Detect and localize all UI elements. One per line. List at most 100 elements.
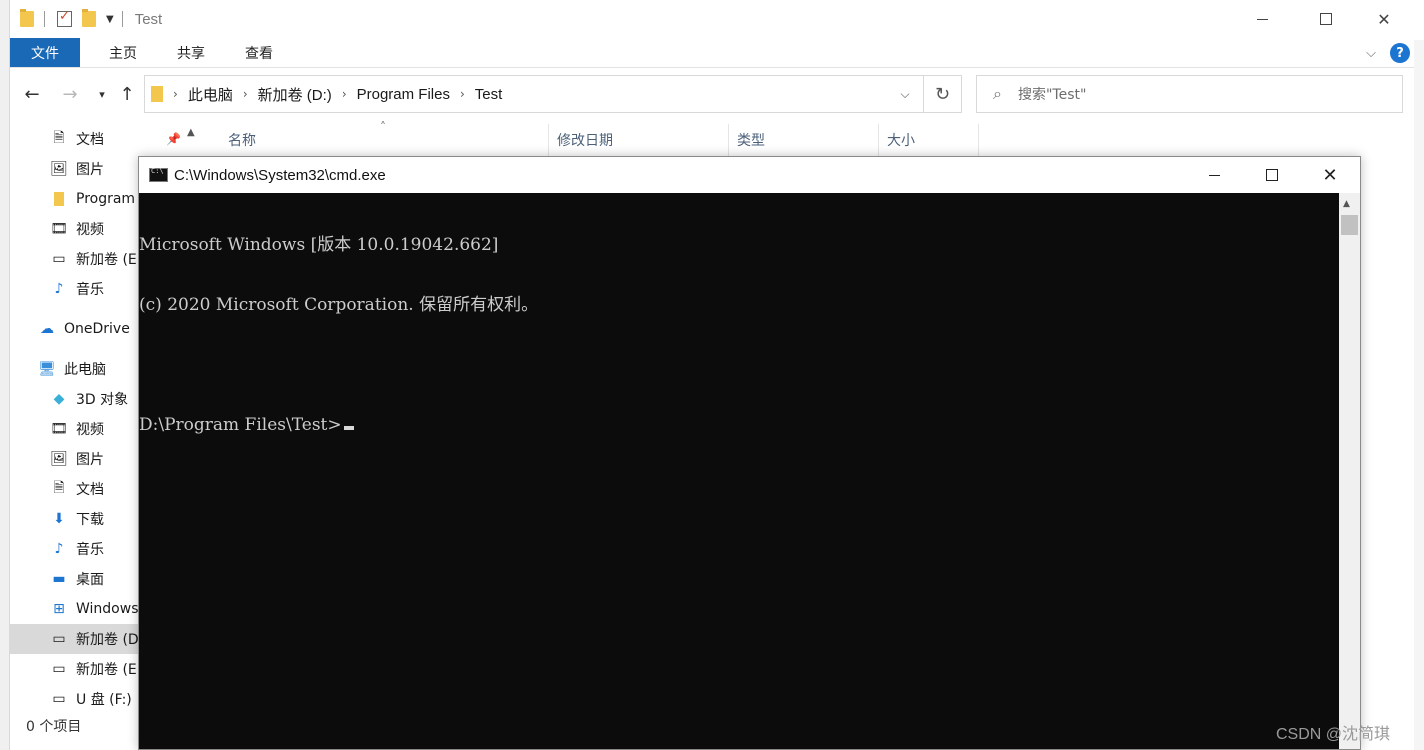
- nav-item-pictures-2[interactable]: 🖼 图片: [50, 444, 104, 474]
- nav-item-documents[interactable]: 🗎 文档: [50, 124, 104, 154]
- forward-arrow-icon[interactable]: →: [58, 82, 82, 106]
- windows-drive-icon: ⊞: [53, 601, 65, 617]
- document-icon: 🗎: [53, 480, 65, 496]
- quick-access-dropdown-icon[interactable]: ▼: [106, 14, 114, 25]
- nav-item-pictures[interactable]: 🖼 图片: [50, 154, 104, 184]
- desktop-icon: ▬: [52, 571, 66, 587]
- ribbon-right: ⌵ ?: [1366, 38, 1414, 68]
- chevron-right-icon[interactable]: ›: [342, 87, 347, 101]
- refresh-icon[interactable]: ↻: [923, 76, 961, 112]
- cmd-minimize-button[interactable]: [1185, 157, 1243, 193]
- folder-icon: [20, 9, 34, 27]
- breadcrumb-test[interactable]: Test: [475, 86, 503, 103]
- pictures-icon: 🖼: [50, 161, 68, 177]
- tab-home[interactable]: 主页: [92, 38, 154, 67]
- music-icon: ♪: [54, 541, 64, 557]
- nav-item-this-pc[interactable]: 🖥 此电脑: [38, 354, 106, 384]
- nav-item-music[interactable]: ♪ 音乐: [50, 274, 104, 304]
- column-header-name[interactable]: 名称: [220, 124, 549, 156]
- breadcrumb-program-files[interactable]: Program Files: [357, 86, 450, 103]
- 3d-objects-icon: ◆: [53, 391, 65, 407]
- column-header-modified[interactable]: 修改日期: [549, 124, 729, 156]
- text-cursor: [343, 426, 354, 430]
- video-icon: 🎞: [50, 421, 68, 437]
- drive-icon: ▭: [52, 661, 66, 677]
- nav-item-windows-drive[interactable]: ⊞ Windows: [50, 594, 150, 624]
- search-placeholder: 搜索"Test": [1017, 87, 1087, 103]
- usb-drive-icon: ▭: [52, 691, 66, 707]
- tab-share[interactable]: 共享: [160, 38, 222, 67]
- document-icon: 🗎: [53, 130, 65, 146]
- address-dropdown-icon[interactable]: ⌵: [893, 76, 917, 112]
- expand-ribbon-icon[interactable]: ⌵: [1366, 46, 1376, 61]
- back-arrow-icon[interactable]: ←: [20, 82, 44, 106]
- console-output[interactable]: Microsoft Windows [版本 10.0.19042.662] (c…: [139, 193, 1339, 749]
- column-header-size[interactable]: 大小: [879, 124, 979, 156]
- tab-view[interactable]: 查看: [228, 38, 290, 67]
- console-line: Microsoft Windows [版本 10.0.19042.662]: [139, 235, 499, 255]
- nav-item-videos-2[interactable]: 🎞 视频: [50, 414, 104, 444]
- recent-locations-chevron-icon[interactable]: ▾: [90, 82, 114, 106]
- help-icon[interactable]: ?: [1390, 43, 1410, 63]
- console-scrollbar[interactable]: ▲: [1339, 193, 1360, 749]
- chevron-right-icon[interactable]: ›: [173, 87, 178, 101]
- folder-icon: [50, 191, 68, 207]
- ribbon-tabs: 文件 主页 共享 查看 ⌵ ?: [10, 38, 1414, 68]
- maximize-button[interactable]: [1297, 0, 1355, 38]
- scroll-up-icon[interactable]: ▲: [1343, 199, 1350, 209]
- minimize-button[interactable]: [1233, 0, 1291, 38]
- drive-icon: ▭: [52, 251, 66, 267]
- toolbar-separator: [121, 11, 123, 27]
- pin-icon[interactable]: 📌: [166, 132, 181, 146]
- nav-item-drive-e-2[interactable]: ▭ 新加卷 (E:: [50, 654, 150, 684]
- new-folder-icon[interactable]: [82, 9, 96, 27]
- chevron-right-icon[interactable]: ›: [460, 87, 465, 101]
- nav-item-music-2[interactable]: ♪ 音乐: [50, 534, 104, 564]
- address-bar[interactable]: › 此电脑 › 新加卷 (D:) › Program Files › Test …: [144, 75, 962, 113]
- breadcrumb-drive-d[interactable]: 新加卷 (D:): [258, 84, 332, 105]
- breadcrumb-this-pc[interactable]: 此电脑: [188, 84, 233, 105]
- console-line: (c) 2020 Microsoft Corporation. 保留所有权利。: [139, 295, 539, 315]
- nav-item-program[interactable]: Program: [50, 184, 150, 214]
- nav-item-usb-f[interactable]: ▭ U 盘 (F:): [50, 684, 131, 714]
- scrollbar-thumb[interactable]: [1341, 215, 1358, 235]
- background-window-edge-right: [1413, 40, 1424, 750]
- navigation-bar: ← → ▾ ↑ › 此电脑 › 新加卷 (D:) › Program Files…: [10, 74, 1414, 116]
- cmd-maximize-button[interactable]: [1243, 157, 1301, 193]
- tab-file[interactable]: 文件: [10, 38, 80, 67]
- search-icon: ⌕: [993, 84, 1002, 103]
- cmd-icon: [149, 167, 168, 182]
- nav-item-drive-e[interactable]: ▭ 新加卷 (E: [50, 244, 150, 274]
- toolbar-separator: [44, 11, 45, 27]
- cmd-close-button[interactable]: ✕: [1301, 157, 1359, 193]
- watermark: CSDN @沈简琪: [1276, 726, 1391, 743]
- up-arrow-icon[interactable]: ↑: [115, 82, 139, 106]
- computer-icon: 🖥: [38, 361, 56, 377]
- background-window-edge: [0, 0, 10, 750]
- close-button[interactable]: ✕: [1355, 0, 1413, 38]
- pictures-icon: 🖼: [50, 451, 68, 467]
- music-icon: ♪: [54, 281, 64, 297]
- nav-item-videos[interactable]: 🎞 视频: [50, 214, 104, 244]
- search-box[interactable]: ⌕ 搜索"Test": [976, 75, 1403, 113]
- status-bar-text: 0 个项目: [26, 719, 82, 735]
- properties-icon[interactable]: [57, 9, 72, 27]
- folder-icon: [151, 86, 163, 102]
- drive-icon: ▭: [52, 631, 66, 647]
- console-prompt-line: D:\Program Files\Test>: [139, 415, 1339, 435]
- download-icon: ⬇: [53, 511, 65, 527]
- nav-item-3d-objects[interactable]: ◆ 3D 对象: [50, 384, 129, 414]
- nav-item-desktop[interactable]: ▬ 桌面: [50, 564, 104, 594]
- console-prompt: D:\Program Files\Test>: [139, 415, 342, 435]
- nav-item-downloads[interactable]: ⬇ 下载: [50, 504, 104, 534]
- nav-item-documents-2[interactable]: 🗎 文档: [50, 474, 104, 504]
- nav-item-onedrive[interactable]: ☁ OneDrive: [38, 314, 130, 344]
- cmd-window: C:\Windows\System32\cmd.exe ✕ Microsoft …: [138, 156, 1361, 750]
- video-icon: 🎞: [50, 221, 68, 237]
- column-header-type[interactable]: 类型: [729, 124, 879, 156]
- cmd-titlebar[interactable]: C:\Windows\System32\cmd.exe ✕: [139, 157, 1360, 193]
- nav-item-drive-d[interactable]: ▭ 新加卷 (D: [10, 624, 150, 654]
- scroll-up-icon[interactable]: ▲: [187, 127, 195, 138]
- chevron-right-icon[interactable]: ›: [243, 87, 248, 101]
